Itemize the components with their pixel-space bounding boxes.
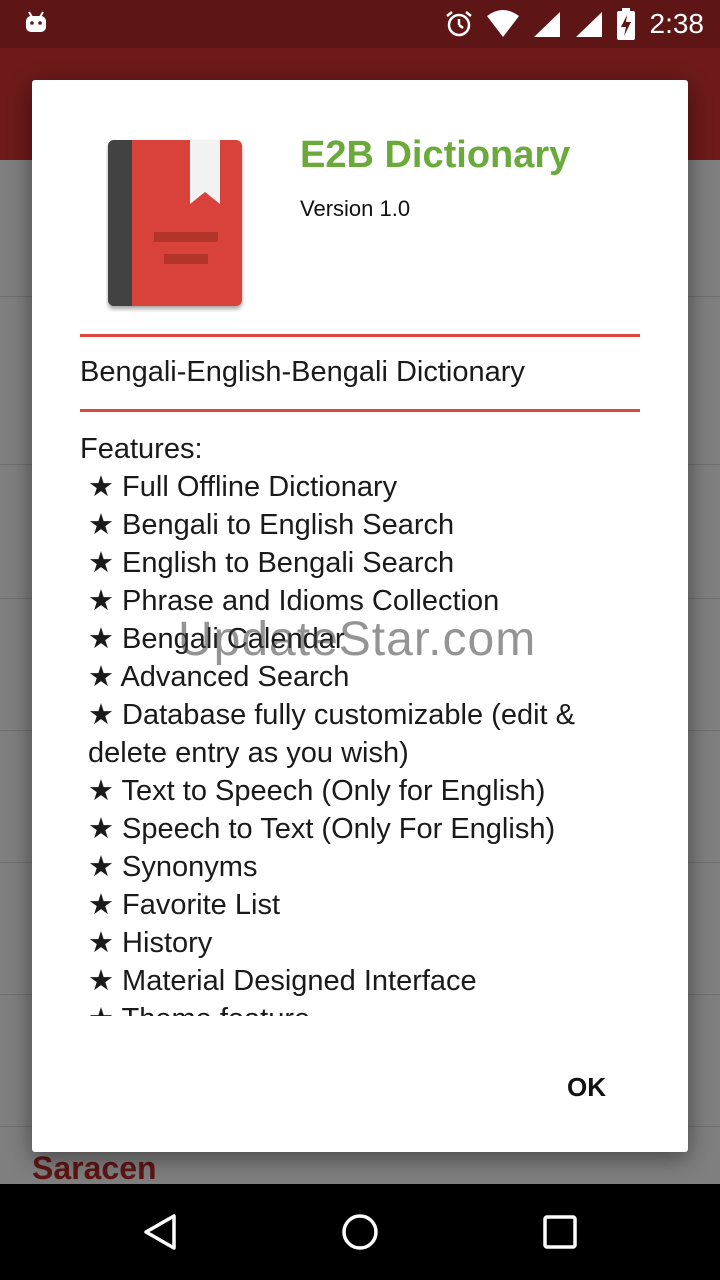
feature-item: ★ Text to Speech (Only for English): [88, 775, 546, 807]
feature-item: ★ Bengali Calendar: [88, 623, 345, 655]
feature-item: ★ Bengali to English Search: [88, 509, 455, 541]
ok-button[interactable]: OK: [557, 1064, 616, 1111]
background-list-item[interactable]: Saracen: [32, 1150, 157, 1187]
android-debug-icon: [26, 11, 46, 32]
app-name: E2B Dictionary: [300, 134, 571, 176]
signal-icon: [533, 12, 560, 37]
back-icon[interactable]: [140, 1212, 180, 1252]
recents-icon[interactable]: [540, 1212, 580, 1252]
signal-icon: [575, 12, 602, 37]
status-icons: 2:38: [432, 0, 705, 48]
battery-charging-icon: [616, 8, 635, 40]
dictionary-book-icon: [108, 140, 242, 306]
app-version: Version 1.0: [300, 196, 411, 221]
feature-item: ★ Advanced Search: [88, 661, 350, 693]
feature-item: ★ English to Bengali Search: [88, 547, 455, 579]
divider: [80, 334, 640, 337]
features-heading: Features:: [80, 433, 203, 465]
alarm-icon: [445, 11, 472, 37]
feature-item: ★ Phrase and Idioms Collection: [88, 585, 500, 617]
feature-item: ★ Full Offline Dictionary: [88, 471, 398, 503]
status-time: 2:38: [649, 8, 705, 39]
wifi-icon: [486, 10, 519, 37]
app-description: Bengali-English-Bengali Dictionary: [80, 356, 525, 388]
about-dialog: E2B Dictionary Version 1.0 Bengali-Engli…: [32, 80, 688, 1152]
divider: [80, 409, 640, 412]
feature-item: ★ Synonyms: [88, 851, 258, 883]
feature-item: ★ Speech to Text (Only For English): [88, 813, 556, 845]
feature-item: ★ Favorite List: [88, 889, 280, 921]
features-list[interactable]: Features: ★ Full Offline Dictionary ★ Be…: [80, 430, 640, 1016]
feature-item: ★ Database fully customizable (edit & de…: [88, 699, 575, 769]
feature-item: ★ Theme feature: [80, 1000, 640, 1016]
home-icon[interactable]: [340, 1212, 380, 1252]
feature-item: ★ History: [88, 927, 213, 959]
feature-item: ★ Material Designed Interface: [88, 965, 477, 997]
navigation-bar: [0, 1184, 720, 1280]
screen: 2:38 Saracen E2B Dictionary Version 1.0 …: [0, 0, 720, 1280]
status-bar: 2:38: [0, 0, 720, 48]
